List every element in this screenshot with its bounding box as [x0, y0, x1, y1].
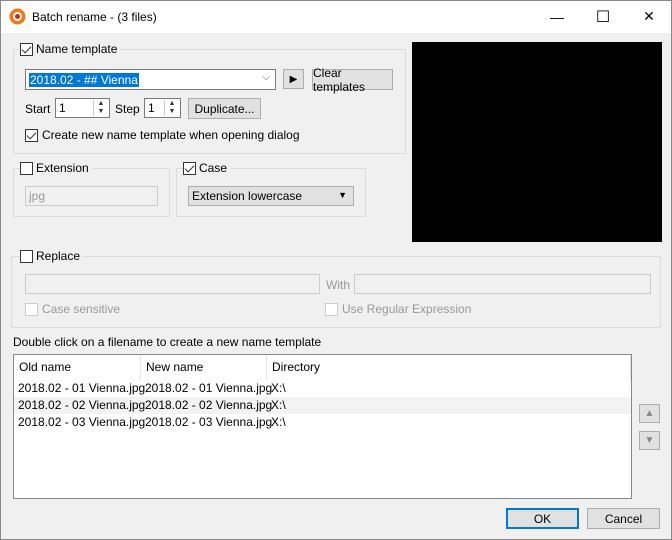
create-new-template-checkbox[interactable] [25, 128, 38, 142]
column-header-new-name[interactable]: New name [141, 355, 267, 380]
title-bar: Batch rename - (3 files) — ☐ ✕ [1, 1, 671, 33]
create-new-template-label: Create new name template when opening di… [42, 128, 300, 142]
name-template-checkbox[interactable] [20, 42, 33, 56]
name-template-combo[interactable]: 2018.02 - ## Vienna ⌵ [25, 69, 276, 90]
create-new-template-option[interactable]: Create new name template when opening di… [25, 128, 303, 142]
regex-option[interactable]: Use Regular Expression [325, 302, 475, 316]
case-value: Extension lowercase [192, 189, 303, 203]
new-name-cell: 2018.02 - 02 Vienna.jpg [145, 398, 273, 412]
play-arrow-icon: ▶ [289, 73, 298, 85]
file-list[interactable]: Old name New name Directory 2018.02 - 01… [13, 354, 632, 499]
column-header-directory[interactable]: Directory [267, 355, 631, 380]
step-label: Step [115, 102, 140, 116]
arrow-down-icon: ▼ [644, 435, 655, 446]
start-value: 1 [59, 101, 66, 115]
close-button[interactable]: ✕ [626, 1, 672, 32]
replace-checkbox[interactable] [20, 249, 33, 263]
window-title: Batch rename - (3 files) [32, 10, 157, 24]
regex-label: Use Regular Expression [342, 302, 472, 316]
case-toggle[interactable]: Case [183, 161, 231, 175]
name-template-value: 2018.02 - ## Vienna [29, 72, 139, 87]
arrow-up-icon: ▲ [644, 408, 655, 419]
old-name-cell: 2018.02 - 02 Vienna.jpg [18, 398, 146, 412]
replace-label: Replace [36, 249, 81, 263]
extension-input[interactable]: jpg [25, 186, 158, 206]
app-logo-icon [9, 8, 26, 25]
duplicate-button[interactable]: Duplicate... [188, 98, 261, 119]
column-header-old-name[interactable]: Old name [14, 355, 141, 380]
hint-text: Double click on a filename to create a n… [13, 335, 322, 349]
minimize-button[interactable]: — [534, 1, 580, 32]
cancel-button[interactable]: Cancel [587, 508, 660, 529]
extension-checkbox[interactable] [20, 161, 33, 175]
case-sensitive-label: Case sensitive [42, 302, 121, 316]
new-name-cell: 2018.02 - 03 Vienna.jpg [145, 415, 273, 429]
ok-button[interactable]: OK [506, 508, 579, 529]
extension-toggle[interactable]: Extension [20, 161, 92, 175]
directory-cell: X:\ [271, 398, 286, 412]
spin-arrows-icon[interactable]: ▲ ▼ [164, 100, 179, 116]
regex-checkbox[interactable] [325, 302, 338, 316]
clear-templates-button[interactable]: Clear templates [312, 66, 393, 94]
name-template-toggle[interactable]: Name template [20, 42, 121, 56]
directory-cell: X:\ [271, 415, 286, 429]
start-label: Start [25, 102, 51, 116]
replace-with-input[interactable] [354, 274, 651, 294]
old-name-cell: 2018.02 - 01 Vienna.jpg [18, 381, 146, 395]
move-up-button[interactable]: ▲ [639, 404, 660, 423]
chevron-down-icon: ⌵ [262, 72, 270, 83]
table-row[interactable]: 2018.02 - 01 Vienna.jpg 2018.02 - 01 Vien… [14, 380, 631, 397]
dropdown-arrow-icon: ▼ [338, 190, 347, 200]
move-down-button[interactable]: ▼ [639, 431, 660, 450]
case-checkbox[interactable] [183, 161, 196, 175]
step-value: 1 [148, 101, 155, 115]
maximize-button[interactable]: ☐ [580, 1, 626, 32]
start-spinner[interactable]: 1 ▲ ▼ [55, 98, 110, 118]
case-select[interactable]: Extension lowercase ▼ [188, 186, 354, 206]
with-label: With [326, 278, 350, 292]
extension-label: Extension [36, 161, 89, 175]
case-sensitive-checkbox[interactable] [25, 302, 38, 316]
image-preview [412, 42, 662, 242]
directory-cell: X:\ [271, 381, 286, 395]
insert-placeholder-button[interactable]: ▶ [283, 69, 304, 89]
step-spinner[interactable]: 1 ▲ ▼ [144, 98, 181, 118]
table-row[interactable]: 2018.02 - 02 Vienna.jpg 2018.02 - 02 Vien… [14, 397, 631, 414]
replace-toggle[interactable]: Replace [20, 249, 84, 263]
table-row[interactable]: 2018.02 - 03 Vienna.jpg 2018.02 - 03 Vien… [14, 414, 631, 431]
new-name-cell: 2018.02 - 01 Vienna.jpg [145, 381, 273, 395]
spin-arrows-icon[interactable]: ▲ ▼ [93, 100, 108, 116]
case-label: Case [199, 161, 228, 175]
list-header: Old name New name Directory [14, 355, 631, 380]
replace-find-input[interactable] [25, 274, 320, 294]
name-template-label: Name template [36, 42, 118, 56]
case-sensitive-option[interactable]: Case sensitive [25, 302, 124, 316]
old-name-cell: 2018.02 - 03 Vienna.jpg [18, 415, 146, 429]
